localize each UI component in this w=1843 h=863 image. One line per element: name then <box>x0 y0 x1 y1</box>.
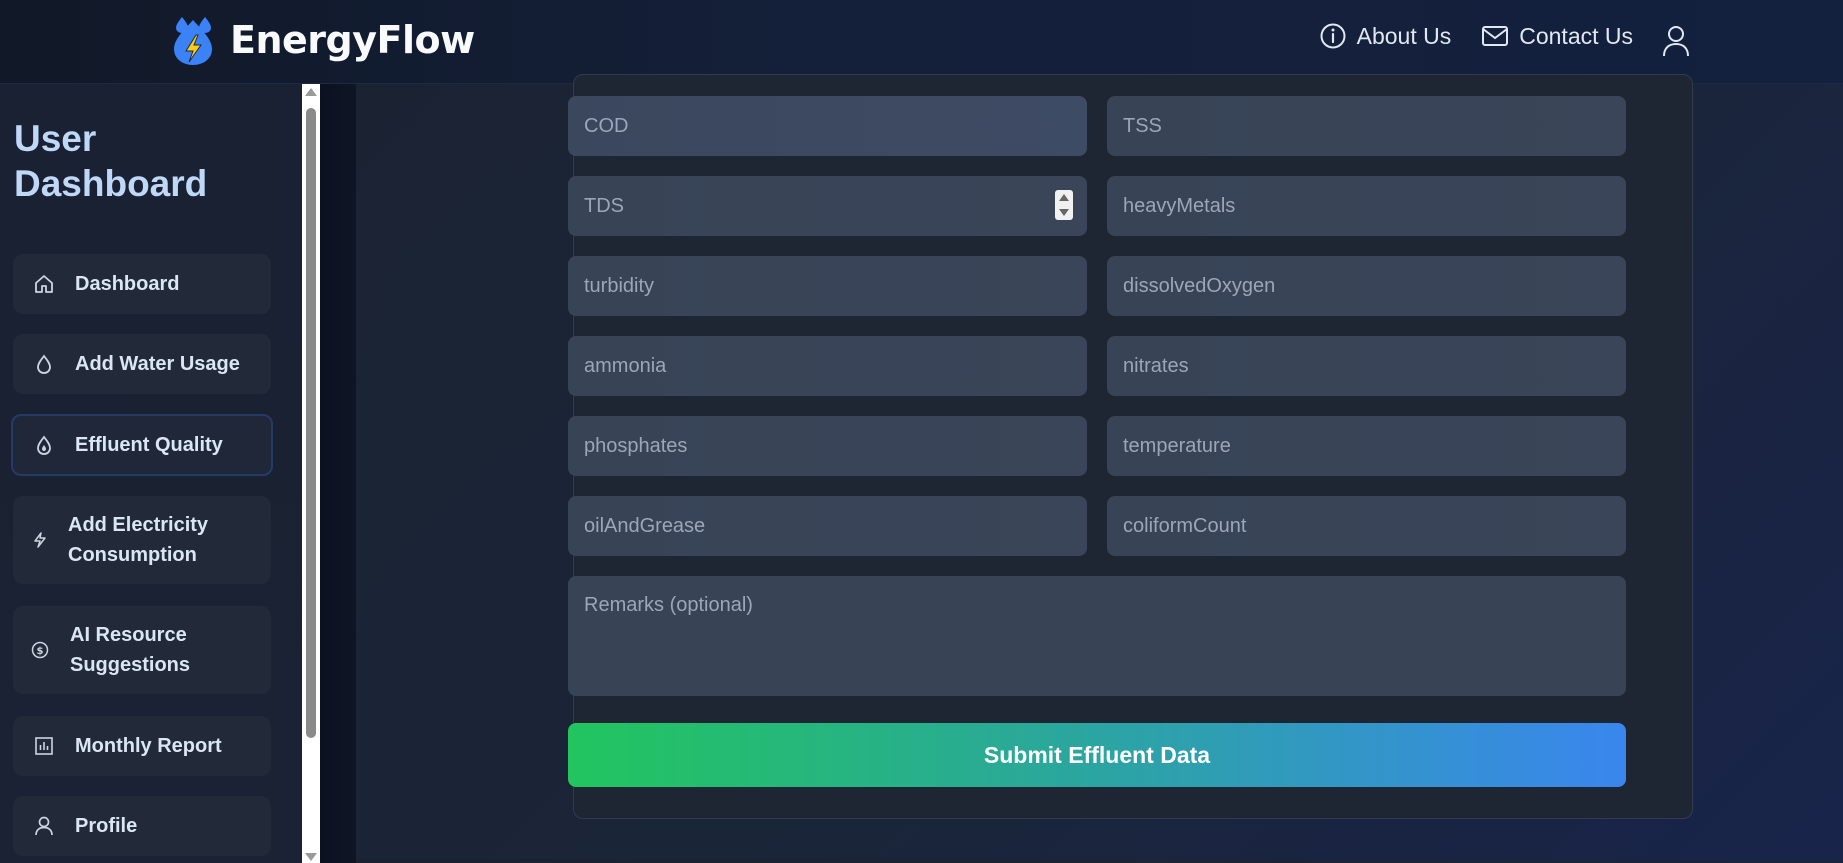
submit-label: Submit Effluent Data <box>983 741 1211 768</box>
sidebar-item-add-water-usage[interactable]: Add Water Usage <box>13 334 271 394</box>
ammonia-input[interactable]: ammonia <box>568 336 1087 396</box>
sidebar-item-label: AI Resource Suggestions <box>70 624 191 676</box>
brand[interactable]: EnergyFlow <box>168 14 475 66</box>
field-placeholder: TSS <box>1123 114 1162 137</box>
contact-us-link[interactable]: Contact Us <box>1481 23 1633 50</box>
about-us-label: About Us <box>1356 22 1452 49</box>
sidebar-item-profile[interactable]: Profile <box>13 796 271 856</box>
brand-name: EnergyFlow <box>230 18 475 62</box>
submit-effluent-button[interactable]: Submit Effluent Data <box>568 723 1626 787</box>
field-placeholder: nitrates <box>1123 354 1189 377</box>
nitrates-input[interactable]: nitrates <box>1107 336 1626 396</box>
heavy-metals-input[interactable]: heavyMetals <box>1107 176 1626 236</box>
user-icon <box>33 815 55 837</box>
dissolved-oxygen-input[interactable]: dissolvedOxygen <box>1107 256 1626 316</box>
phosphates-input[interactable]: phosphates <box>568 416 1087 476</box>
sidebar-item-monthly-report[interactable]: Monthly Report <box>13 716 271 776</box>
turbidity-input[interactable]: turbidity <box>568 256 1087 316</box>
top-navbar: EnergyFlow About Us Contact Us <box>0 0 1843 84</box>
sidebar-item-add-electricity-consumption[interactable]: Add Electricity Consumption <box>13 496 271 584</box>
svg-text:$: $ <box>37 646 44 657</box>
sidebar-item-label: Add Electricity Consumption <box>68 514 209 566</box>
field-placeholder: heavyMetals <box>1123 194 1236 217</box>
field-placeholder: ammonia <box>584 354 667 377</box>
user-icon[interactable] <box>1661 24 1691 58</box>
field-placeholder: phosphates <box>584 434 688 457</box>
sidebar-item-ai-resource-suggestions[interactable]: $ AI Resource Suggestions <box>13 606 271 694</box>
info-icon <box>1320 23 1346 49</box>
temperature-input[interactable]: temperature <box>1107 416 1626 476</box>
sidebar-item-dashboard[interactable]: Dashboard <box>13 254 271 314</box>
scroll-up-arrow-icon[interactable] <box>305 88 317 96</box>
field-placeholder: oilAndGrease <box>584 514 706 537</box>
tss-input[interactable]: TSS <box>1107 96 1626 156</box>
mail-icon <box>1482 26 1509 46</box>
sidebar-item-effluent-quality[interactable]: Effluent Quality <box>11 414 273 476</box>
logo-icon <box>174 17 212 65</box>
sidebar-item-label: Monthly Report <box>75 735 222 757</box>
remarks-textarea[interactable]: Remarks (optional) <box>568 576 1626 696</box>
sidebar-item-label: Effluent Quality <box>75 434 223 456</box>
contact-us-label: Contact Us <box>1519 22 1633 49</box>
field-placeholder: turbidity <box>584 274 655 297</box>
sidebar: User Dashboard Dashboard Add Water Usage… <box>0 84 302 863</box>
about-us-link[interactable]: About Us <box>1319 22 1452 50</box>
sidebar-item-label: Add Water Usage <box>75 353 240 375</box>
remarks-placeholder: Remarks (optional) <box>584 594 753 616</box>
bar-chart-icon <box>33 735 55 757</box>
tds-input[interactable]: TDS <box>568 176 1087 236</box>
sidebar-item-label: Profile <box>75 815 138 837</box>
cod-input[interactable]: COD <box>568 96 1087 156</box>
sidebar-scrollbar[interactable] <box>302 84 320 863</box>
home-icon <box>33 273 55 295</box>
scroll-down-arrow-icon[interactable] <box>305 853 317 861</box>
top-nav: About Us Contact Us <box>1289 22 1633 50</box>
coliform-count-input[interactable]: coliformCount <box>1107 496 1626 556</box>
number-stepper[interactable] <box>1055 190 1073 220</box>
dollar-circle-icon: $ <box>29 639 51 661</box>
stepper-up-icon[interactable] <box>1059 194 1069 201</box>
oil-and-grease-input[interactable]: oilAndGrease <box>568 496 1087 556</box>
sidebar-title: User Dashboard <box>14 118 208 204</box>
field-placeholder: COD <box>584 114 629 137</box>
field-placeholder: coliformCount <box>1123 514 1247 537</box>
stepper-down-icon[interactable] <box>1059 209 1069 216</box>
scroll-thumb[interactable] <box>306 108 316 738</box>
lightning-icon <box>29 529 51 551</box>
sidebar-item-label: Dashboard <box>75 273 180 295</box>
droplet-icon <box>33 434 55 456</box>
field-placeholder: temperature <box>1123 434 1231 457</box>
field-placeholder: dissolvedOxygen <box>1123 274 1276 297</box>
droplet-icon <box>33 353 55 375</box>
field-placeholder: TDS <box>584 194 624 217</box>
